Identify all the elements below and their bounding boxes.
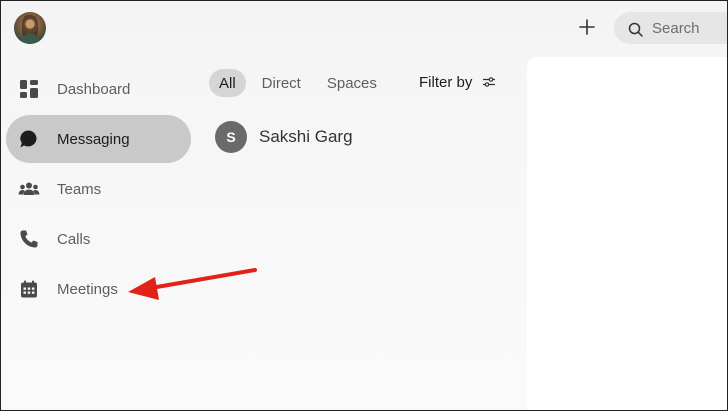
people-icon — [17, 177, 41, 201]
tab-spaces[interactable]: Spaces — [317, 69, 387, 97]
app-window: Search Dashboard Messaging Teams Calls M… — [0, 0, 728, 411]
sidebar-item-label: Meetings — [57, 280, 118, 298]
search-icon — [628, 22, 643, 37]
dashboard-icon — [17, 77, 41, 101]
plus-icon — [579, 19, 595, 35]
calendar-icon — [17, 277, 41, 301]
sidebar-item-label: Teams — [57, 180, 102, 198]
filter-by-label: Filter by — [419, 73, 473, 91]
tab-all[interactable]: All — [209, 69, 246, 97]
new-item-button[interactable] — [573, 13, 601, 41]
sidebar-item-meetings[interactable]: Meetings — [6, 265, 191, 313]
sidebar-item-messaging[interactable]: Messaging — [6, 115, 191, 163]
sidebar-item-teams[interactable]: Teams — [6, 165, 191, 213]
sidebar-item-calls[interactable]: Calls — [6, 215, 191, 263]
sidebar-item-label: Calls — [57, 230, 91, 248]
sidebar-item-dashboard[interactable]: Dashboard — [6, 65, 191, 113]
tab-direct[interactable]: Direct — [252, 69, 311, 97]
contact-name: Sakshi Garg — [259, 127, 353, 146]
filter-sliders-icon — [483, 77, 496, 87]
phone-icon — [17, 227, 41, 251]
content-panel — [527, 57, 727, 410]
user-avatar[interactable] — [14, 12, 46, 44]
sidebar-item-label: Messaging — [57, 130, 130, 148]
chat-bubble-icon — [17, 127, 41, 151]
search-placeholder: Search — [652, 19, 700, 37]
contact-initial-avatar: S — [215, 121, 247, 153]
sidebar-item-label: Dashboard — [57, 80, 131, 98]
avatar-photo-icon — [20, 14, 40, 44]
filter-tabs: All Direct Spaces — [209, 68, 393, 98]
conversation-item[interactable]: S Sakshi Garg — [215, 121, 353, 153]
search-input[interactable]: Search — [614, 12, 727, 44]
filter-by-button[interactable]: Filter by — [419, 68, 496, 96]
